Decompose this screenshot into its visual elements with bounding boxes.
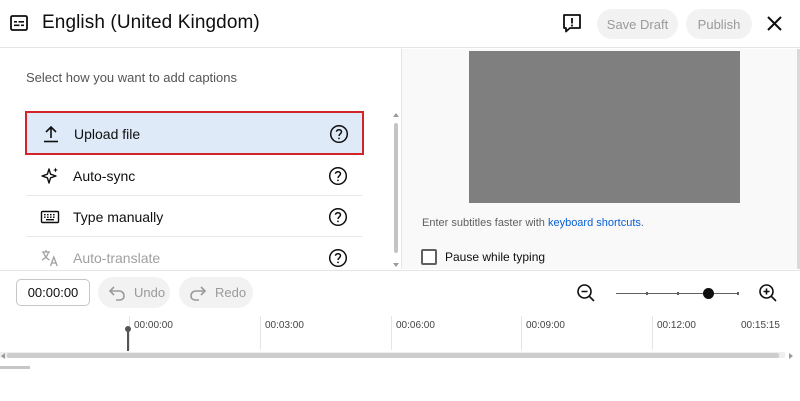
time-marker: 00:00:00 [129, 316, 173, 350]
undo-icon [108, 285, 125, 301]
keyboard-shortcuts-hint: Enter subtitles faster with keyboard sho… [422, 217, 644, 229]
type-manually-option[interactable]: Type manually [26, 196, 362, 237]
redo-icon [190, 285, 207, 301]
captions-icon [10, 15, 28, 31]
zoom-slider[interactable] [616, 288, 739, 299]
zoom-tick [646, 292, 648, 295]
time-marker: 00:03:00 [260, 316, 304, 350]
keyboard-shortcuts-link[interactable]: keyboard shortcuts [548, 217, 641, 229]
save-draft-button[interactable]: Save Draft [597, 9, 678, 39]
playhead[interactable] [127, 328, 129, 351]
publish-button[interactable]: Publish [686, 9, 752, 39]
time-marker-label: 00:12:00 [657, 320, 696, 331]
auto-sync-label: Auto-sync [73, 168, 136, 184]
editor-header: English (United Kingdom) Save Draft Publ… [0, 0, 800, 48]
zoom-in-icon[interactable] [758, 283, 778, 303]
help-icon[interactable] [328, 248, 348, 268]
time-marker: 00:09:00 [521, 316, 565, 350]
time-marker-label: 00:15:15 [741, 320, 780, 331]
sparkle-icon [41, 167, 58, 184]
scroll-down-arrow[interactable] [393, 263, 399, 267]
scroll-right-arrow[interactable] [789, 353, 793, 359]
redo-label: Redo [215, 285, 247, 300]
time-marker-label: 00:09:00 [526, 320, 565, 331]
translate-icon [41, 250, 58, 267]
undo-button[interactable]: Undo [98, 277, 170, 308]
bottom-scrollbar-thumb[interactable] [0, 366, 30, 369]
close-icon[interactable] [766, 15, 783, 32]
hint-period: . [640, 217, 644, 229]
time-marker: 00:06:00 [391, 316, 435, 350]
hint-text: Enter subtitles faster with [422, 217, 548, 229]
upload-file-label: Upload file [74, 126, 141, 142]
current-time-input[interactable]: 00:00:00 [16, 279, 90, 306]
pause-while-typing-checkbox[interactable] [421, 249, 437, 265]
caption-method-prompt: Select how you want to add captions [26, 70, 238, 85]
video-preview[interactable] [469, 51, 740, 203]
help-icon[interactable] [328, 207, 348, 227]
timeline[interactable]: 00:00:00 00:03:00 00:06:00 00:09:00 00:1… [0, 316, 800, 401]
upload-file-option[interactable]: Upload file [25, 111, 364, 155]
time-marker-label: 00:06:00 [396, 320, 435, 331]
timeline-scrollbar-thumb[interactable] [7, 353, 779, 358]
time-marker-label: 00:03:00 [265, 320, 304, 331]
auto-sync-option[interactable]: Auto-sync [26, 155, 362, 196]
auto-translate-label: Auto-translate [73, 250, 161, 266]
scroll-left-arrow[interactable] [1, 353, 5, 359]
zoom-tick [737, 292, 739, 295]
time-marker-label: 00:00:00 [134, 320, 173, 331]
keyboard-icon [40, 210, 60, 224]
page-title: English (United Kingdom) [42, 12, 260, 33]
caption-method-panel: Select how you want to add captions Uplo… [0, 49, 400, 269]
undo-label: Undo [134, 285, 166, 300]
upload-icon [44, 125, 58, 143]
pause-while-typing-label[interactable]: Pause while typing [445, 250, 545, 264]
zoom-out-icon[interactable] [576, 283, 596, 303]
scroll-up-arrow[interactable] [393, 113, 399, 117]
zoom-slider-handle[interactable] [702, 288, 714, 299]
preview-panel: Enter subtitles faster with keyboard sho… [401, 49, 800, 269]
time-marker: 00:12:00 [652, 316, 696, 350]
vertical-scrollbar-thumb[interactable] [394, 123, 398, 253]
redo-button[interactable]: Redo [179, 277, 253, 308]
zoom-tick [677, 292, 679, 295]
help-icon[interactable] [329, 124, 349, 144]
feedback-icon[interactable] [561, 12, 583, 34]
timeline-toolbar: 00:00:00 Undo Redo [0, 270, 800, 315]
type-manually-label: Type manually [73, 209, 164, 225]
help-icon[interactable] [328, 166, 348, 186]
